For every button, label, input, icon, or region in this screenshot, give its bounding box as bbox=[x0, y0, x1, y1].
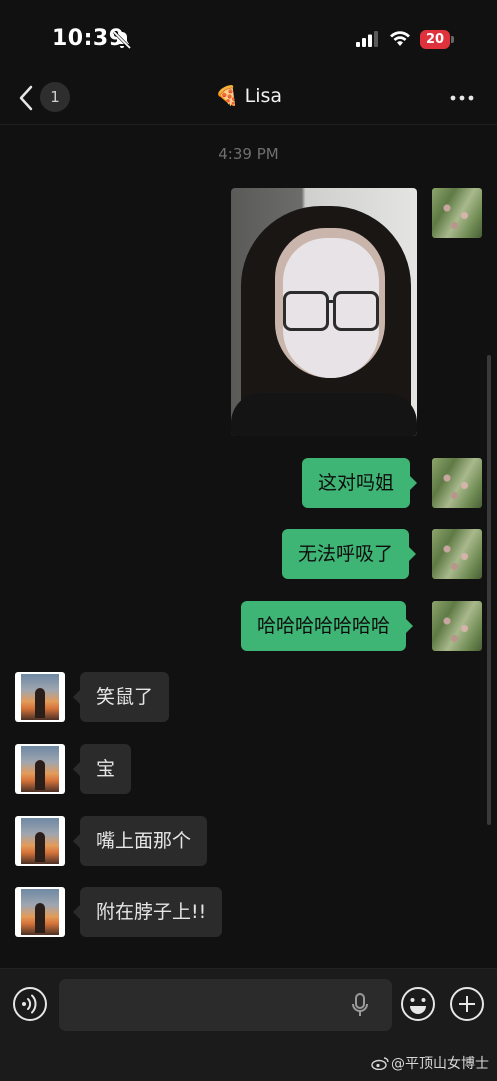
outgoing-message[interactable]: 这对吗姐 bbox=[302, 458, 418, 508]
watermark-text: @平顶山女博士 bbox=[391, 1056, 489, 1072]
avatar-sunset-photo bbox=[21, 674, 59, 720]
incoming-message[interactable]: 嘴上面那个 bbox=[72, 816, 208, 866]
chat-title[interactable]: 🍕 Lisa bbox=[0, 84, 497, 107]
microphone-icon[interactable] bbox=[351, 993, 369, 1017]
photo-glasses-right bbox=[333, 291, 379, 331]
voice-input-icon[interactable] bbox=[12, 986, 48, 1022]
avatar-silhouette bbox=[35, 760, 45, 790]
more-options-icon[interactable] bbox=[450, 95, 474, 101]
outgoing-message[interactable]: 哈哈哈哈哈哈哈 bbox=[241, 601, 414, 651]
scrollbar[interactable] bbox=[487, 355, 491, 825]
watermark: @平顶山女博士 bbox=[371, 1053, 489, 1073]
sent-photo[interactable] bbox=[231, 188, 417, 436]
contact-name: Lisa bbox=[244, 85, 283, 107]
photo-glasses-left bbox=[283, 291, 329, 331]
contact-avatar[interactable] bbox=[15, 887, 65, 937]
avatar-silhouette bbox=[35, 903, 45, 933]
avatar-sunset-photo bbox=[21, 889, 59, 935]
bell-muted-icon bbox=[112, 30, 132, 50]
title-emoji: 🍕 bbox=[214, 85, 239, 107]
avatar-sunset-photo bbox=[21, 746, 59, 792]
avatar-silhouette bbox=[35, 688, 45, 718]
status-bar: 10:39 20 bbox=[0, 0, 497, 80]
message-input[interactable] bbox=[59, 979, 392, 1031]
message-timestamp: 4:39 PM bbox=[218, 145, 279, 163]
my-avatar[interactable] bbox=[432, 601, 482, 651]
wifi-icon bbox=[390, 31, 410, 46]
contact-avatar[interactable] bbox=[15, 816, 65, 866]
chat-header: 1 🍕 Lisa bbox=[0, 70, 497, 125]
cellular-signal-icon bbox=[356, 31, 378, 47]
my-avatar[interactable] bbox=[432, 188, 482, 238]
contact-avatar[interactable] bbox=[15, 744, 65, 794]
avatar-sunset-photo bbox=[21, 818, 59, 864]
battery-tip bbox=[451, 36, 454, 43]
weibo-logo-icon bbox=[371, 1057, 389, 1070]
my-avatar[interactable] bbox=[432, 458, 482, 508]
battery-indicator: 20 bbox=[420, 30, 450, 49]
incoming-message[interactable]: 附在脖子上!! bbox=[72, 887, 223, 937]
incoming-message[interactable]: 宝 bbox=[72, 744, 132, 794]
avatar-silhouette bbox=[35, 832, 45, 862]
contact-avatar[interactable] bbox=[15, 672, 65, 722]
my-avatar[interactable] bbox=[432, 529, 482, 579]
plus-icon[interactable] bbox=[449, 986, 485, 1022]
photo-shirt bbox=[231, 393, 417, 436]
incoming-message[interactable]: 笑鼠了 bbox=[72, 672, 170, 722]
outgoing-message[interactable]: 无法呼吸了 bbox=[282, 529, 417, 579]
input-bar: @平顶山女博士 bbox=[0, 968, 497, 1081]
photo-glasses-bridge bbox=[326, 300, 334, 303]
emoji-icon[interactable] bbox=[400, 986, 436, 1022]
